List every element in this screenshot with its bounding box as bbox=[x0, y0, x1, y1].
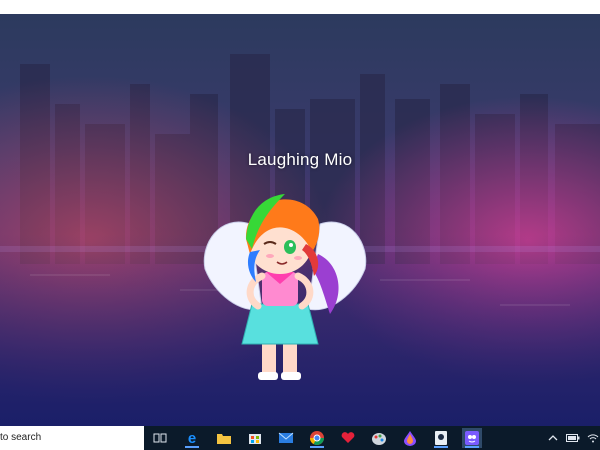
tablet-active-indicator bbox=[434, 446, 448, 448]
svg-text:e: e bbox=[188, 430, 196, 446]
wifi-icon[interactable] bbox=[586, 431, 600, 445]
chevron-up-icon[interactable] bbox=[546, 431, 560, 445]
chrome-icon[interactable] bbox=[307, 428, 327, 448]
heart-app-icon[interactable] bbox=[338, 428, 358, 448]
battery-icon[interactable] bbox=[566, 431, 580, 445]
drop-app-icon[interactable] bbox=[400, 428, 420, 448]
window-top-strip bbox=[0, 0, 600, 14]
taskbar-search-box[interactable]: to search bbox=[0, 426, 144, 450]
windows-taskbar: to search e bbox=[0, 426, 600, 450]
character-name-label: Laughing Mio bbox=[247, 150, 353, 169]
game-scene[interactable] bbox=[0, 14, 600, 426]
gacha-active-indicator bbox=[465, 446, 479, 448]
city-background bbox=[0, 14, 600, 426]
task-view-icon[interactable] bbox=[150, 428, 170, 448]
file-explorer-icon[interactable] bbox=[214, 428, 234, 448]
paint-app-icon[interactable] bbox=[369, 428, 389, 448]
gacha-app-icon[interactable] bbox=[462, 428, 482, 448]
mail-icon[interactable] bbox=[276, 428, 296, 448]
tablet-app-icon[interactable] bbox=[431, 428, 451, 448]
edge-icon[interactable]: e bbox=[182, 428, 202, 448]
chrome-active-indicator bbox=[310, 446, 324, 448]
edge-active-indicator bbox=[185, 446, 199, 448]
store-icon[interactable] bbox=[245, 428, 265, 448]
